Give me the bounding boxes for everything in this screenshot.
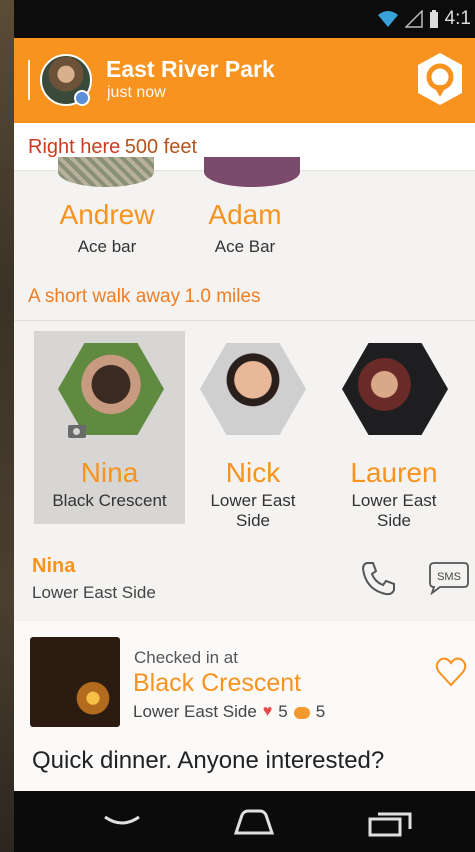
short-walk-section-header: A short walk away 1.0 miles	[14, 273, 475, 321]
checkin-meta: Lower East Side ♥ 5 5	[133, 702, 325, 722]
person-name: Nina	[80, 457, 139, 488]
camera-icon	[68, 425, 86, 438]
detail-name: Nina	[32, 555, 76, 577]
venue-photo	[30, 637, 120, 727]
andrew-photo	[58, 157, 154, 187]
sms-icon[interactable]: SMS	[426, 561, 472, 595]
detail-place: Lower East Side	[32, 583, 156, 602]
checkin-label: Checked in at	[134, 648, 238, 667]
comment-count: 5	[315, 702, 326, 721]
like-button-heart-icon[interactable]	[435, 657, 467, 687]
person-card-adam[interactable]: Adam Ace Bar	[190, 199, 300, 257]
person-place-line1: Lower East	[210, 491, 296, 510]
android-nav-bar	[14, 791, 475, 852]
nearby-row: Andrew Ace bar Adam Ace Bar	[14, 157, 475, 274]
battery-icon	[429, 10, 438, 28]
status-bar: 4:1	[14, 0, 475, 38]
short-walk-label: A short walk away	[28, 286, 181, 307]
header-divider	[28, 60, 30, 100]
recents-icon[interactable]	[366, 809, 414, 837]
wifi-icon	[377, 11, 398, 27]
status-time: 4:1	[444, 8, 471, 29]
short-walk-distance: 1.0 miles	[184, 286, 261, 307]
right-here-distance: 500 feet	[124, 136, 198, 158]
checkin-message: Quick dinner. Anyone interested?	[32, 747, 385, 774]
signal-icon	[404, 10, 423, 28]
checkin-place: Lower East Side	[133, 702, 257, 721]
person-place-line2: Side	[376, 511, 412, 530]
app-logo-icon[interactable]	[415, 52, 465, 106]
person-place: Ace Bar	[214, 237, 276, 256]
person-name: Adam	[208, 199, 282, 230]
like-count: 5	[278, 702, 288, 721]
person-name: Lauren	[350, 457, 438, 488]
person-place-line2: Side	[235, 511, 271, 530]
home-icon[interactable]	[230, 809, 278, 835]
person-place-line1: Lower East	[351, 491, 437, 510]
short-walk-row: Nina Black Crescent Nick Lower East Side…	[14, 321, 475, 540]
person-card-nick[interactable]: Nick Lower East Side	[190, 457, 316, 531]
person-card-lauren[interactable]: Lauren Lower East Side	[330, 457, 458, 531]
person-name: Andrew	[59, 199, 155, 230]
person-name: Nick	[225, 457, 281, 488]
person-card-nina[interactable]: Nina Black Crescent	[34, 457, 185, 511]
checkin-venue[interactable]: Black Crescent	[133, 669, 301, 698]
person-place: Black Crescent	[52, 491, 167, 510]
phone-call-icon[interactable]	[358, 559, 398, 599]
location-title[interactable]: East River Park	[106, 56, 275, 83]
checkin-card[interactable]: Checked in at Black Crescent Lower East …	[14, 621, 475, 791]
app-screen: 4:1 East River Park just now Right here …	[14, 0, 475, 852]
person-place: Ace bar	[77, 237, 137, 256]
lauren-photo	[342, 343, 448, 435]
heart-icon: ♥	[262, 703, 273, 720]
back-icon[interactable]	[102, 809, 142, 833]
comment-icon	[293, 707, 310, 719]
person-card-andrew[interactable]: Andrew Ace bar	[48, 199, 166, 257]
nick-photo	[200, 343, 306, 435]
right-here-label: Right here	[28, 136, 121, 158]
selected-person-detail: Nina Lower East Side SMS	[14, 539, 475, 622]
device-bezel	[0, 0, 14, 852]
adam-photo	[204, 157, 300, 187]
avatar-badge-icon	[74, 90, 90, 106]
app-header: East River Park just now	[14, 38, 475, 123]
sms-label: SMS	[437, 571, 461, 583]
checkin-time: just now	[107, 84, 166, 101]
